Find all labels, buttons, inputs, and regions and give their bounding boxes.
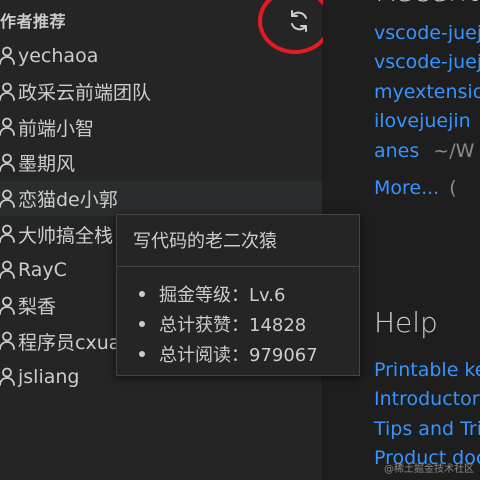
tooltip-stat: 总计阅读：979067 xyxy=(139,339,318,369)
person-icon xyxy=(0,117,15,137)
person-icon xyxy=(0,224,15,244)
recent-heading: Recent xyxy=(375,0,479,9)
author-tooltip: 写代码的老二次猿 掘金等级：Lv.6 总计获赞：14828 总计阅读：979067 xyxy=(116,214,360,376)
watermark: @稀土掘金技术社区 xyxy=(384,464,474,475)
person-icon xyxy=(0,260,15,279)
help-link[interactable]: Tips and Tricks xyxy=(374,414,480,444)
recent-path: ~/W xyxy=(433,139,475,162)
help-link[interactable]: Introductory videos xyxy=(374,385,480,415)
panel-title: 作者推荐 xyxy=(0,12,67,31)
tooltip-title: 写代码的老二次猿 xyxy=(133,231,277,252)
recent-item[interactable]: vscode-juejin xyxy=(374,18,480,48)
stat-text: 总计阅读：979067 xyxy=(159,345,318,366)
author-name: yechaoa xyxy=(18,44,99,67)
bullet-icon xyxy=(139,321,145,327)
recent-item[interactable]: vscode-juejin xyxy=(374,48,480,78)
author-item[interactable]: 政采云前端团队 xyxy=(0,74,322,110)
tooltip-divider xyxy=(117,266,359,267)
author-item[interactable]: 恋猫de小郭 xyxy=(0,180,322,217)
author-name: jsliang xyxy=(18,366,80,389)
stat-text: 总计获赞：14828 xyxy=(159,315,307,336)
author-name: 梨香 xyxy=(18,296,57,319)
recent-item[interactable]: myextension xyxy=(374,77,480,107)
author-name: 恋猫de小郭 xyxy=(18,189,118,212)
recent-item[interactable]: ilovejuejin xyxy=(374,107,480,137)
author-item[interactable]: 墨期风 xyxy=(0,145,322,181)
person-icon xyxy=(0,82,15,101)
author-item[interactable]: yechaoa xyxy=(0,38,322,74)
tooltip-stats: 掘金等级：Lv.6 总计获赞：14828 总计阅读：979067 xyxy=(139,279,318,369)
person-icon xyxy=(0,296,15,315)
author-name: 墨期风 xyxy=(18,153,76,176)
author-name: 大帅搞全栈 xyxy=(18,224,114,247)
stat-text: 掘金等级：Lv.6 xyxy=(159,285,286,306)
author-name: RayC xyxy=(18,258,67,281)
more-link[interactable]: More... xyxy=(374,177,439,199)
author-name: 政采云前端团队 xyxy=(18,82,152,105)
author-name: 前端小智 xyxy=(18,117,95,140)
person-icon xyxy=(0,189,15,208)
help-link[interactable]: Printable keyboard cheatsheet xyxy=(374,355,480,385)
tooltip-stat: 总计获赞：14828 xyxy=(139,309,318,339)
recent-list: vscode-juejin vscode-juejin myextension ilo… xyxy=(374,18,480,203)
bullet-icon xyxy=(139,291,145,297)
tooltip-stat: 掘金等级：Lv.6 xyxy=(139,279,318,309)
recent-item[interactable]: anes ~/W xyxy=(374,136,480,166)
person-icon xyxy=(0,153,15,172)
recent-link[interactable]: vscode-juejin xyxy=(374,22,480,44)
bullet-icon xyxy=(139,351,145,357)
author-item[interactable]: 前端小智 xyxy=(0,109,322,145)
help-heading: Help xyxy=(374,306,438,339)
recent-link[interactable]: ilovejuejin xyxy=(374,110,471,132)
recent-link[interactable]: anes xyxy=(374,140,419,162)
person-icon xyxy=(0,367,15,386)
more-extra: ( xyxy=(449,177,457,200)
person-icon xyxy=(0,331,15,351)
more-row: More... ( xyxy=(374,174,480,204)
recent-link[interactable]: vscode-juejin xyxy=(374,51,480,73)
person-icon xyxy=(0,46,15,65)
recent-link[interactable]: myextension xyxy=(374,81,480,103)
